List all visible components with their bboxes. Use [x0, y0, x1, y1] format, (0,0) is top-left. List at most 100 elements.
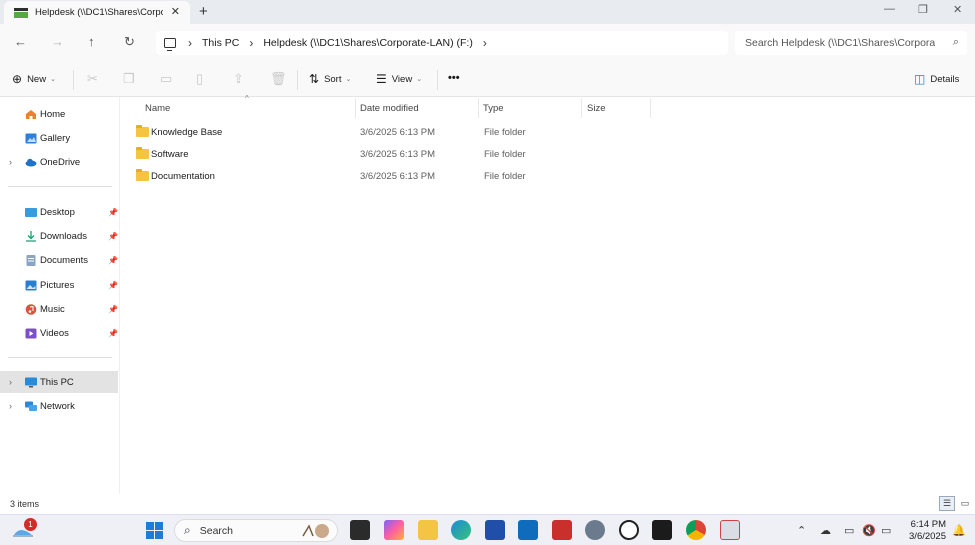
maximize-button[interactable]: ❐ [918, 3, 928, 16]
details-button[interactable]: ◫ Details [914, 72, 959, 86]
edge-icon[interactable] [451, 520, 471, 540]
delete-icon[interactable]: 🗑 [270, 71, 287, 87]
search-placeholder: Search Helpdesk (\\DC1\Shares\Corporate-… [745, 37, 935, 49]
tab-close-button[interactable]: ✕ [171, 5, 180, 18]
column-divider[interactable] [478, 98, 479, 118]
share-icon[interactable]: ⇪ [233, 71, 244, 87]
snipping-tool-icon[interactable] [720, 520, 740, 540]
store-icon[interactable] [485, 520, 505, 540]
view-label: View [391, 73, 413, 85]
m365-copilot-icon[interactable] [384, 520, 404, 540]
more-options-button[interactable]: ••• [448, 72, 460, 84]
task-view-icon[interactable] [350, 520, 370, 540]
sidebar-item-onedrive[interactable]: › OneDrive [0, 151, 118, 173]
search-input[interactable]: Search Helpdesk (\\DC1\Shares\Corporate-… [735, 31, 967, 55]
chevron-right-icon: › [249, 36, 254, 50]
column-header-date-modified[interactable]: Date modified [360, 103, 419, 114]
pin-icon[interactable]: 📌 [108, 305, 118, 314]
volume-muted-icon[interactable]: 🔇 [862, 524, 876, 537]
pictures-icon [25, 280, 37, 290]
file-explorer-icon[interactable] [418, 520, 438, 540]
column-header-size[interactable]: Size [587, 103, 605, 114]
battery-icon[interactable]: ▭ [881, 524, 891, 537]
tiles-view-toggle[interactable]: ▭ [957, 496, 973, 511]
taskbar: 1 ⌕ Search ⌃ ☁ ▭ 🔇 ▭ 6:14 PM 3/6/2025 🔔 [0, 514, 975, 545]
divider [8, 357, 112, 358]
copy-icon[interactable]: ❐ [123, 71, 135, 87]
column-header-name[interactable]: Name [145, 103, 170, 114]
file-date: 3/6/2025 6:13 PM [360, 149, 435, 160]
display-icon[interactable]: ▭ [844, 524, 854, 537]
file-date: 3/6/2025 6:13 PM [360, 127, 435, 138]
sort-button[interactable]: ⇅ Sort ⌄ [309, 72, 351, 86]
sidebar-item-home[interactable]: Home [0, 103, 118, 125]
breadcrumb-this-pc[interactable]: This PC [202, 37, 239, 49]
view-button[interactable]: ☰ View ⌄ [376, 72, 422, 86]
desktop-icon [25, 207, 37, 217]
sort-icon: ⇅ [309, 72, 320, 86]
address-bar[interactable]: › This PC › Helpdesk (\\DC1\Shares\Corpo… [156, 31, 728, 55]
refresh-button[interactable]: ↻ [124, 34, 135, 50]
settings-icon[interactable] [585, 520, 605, 540]
outlook-icon[interactable] [518, 520, 538, 540]
chevron-right-icon[interactable]: › [483, 36, 487, 50]
cut-icon[interactable]: ✂ [87, 71, 98, 87]
pin-icon[interactable]: 📌 [108, 329, 118, 338]
sidebar-item-label: Pictures [40, 279, 75, 291]
file-type: File folder [484, 149, 526, 160]
folder-icon [136, 125, 149, 137]
title-bar: Helpdesk (\\DC1\Shares\Corporate-LAN) (F… [0, 0, 975, 24]
chevron-right-icon: › [188, 36, 192, 50]
pin-icon[interactable]: 📌 [108, 208, 118, 217]
filezilla-icon[interactable] [552, 520, 572, 540]
clock[interactable]: 6:14 PM 3/6/2025 [904, 519, 946, 543]
notifications-icon[interactable]: 🔔 [952, 524, 966, 537]
sidebar-item-documents[interactable]: Documents 📌 [0, 249, 118, 271]
rename-icon[interactable]: ▯ [196, 71, 203, 87]
chrome-icon[interactable] [686, 520, 706, 540]
sidebar-item-videos[interactable]: Videos 📌 [0, 322, 118, 344]
paste-icon[interactable]: ▭ [160, 71, 172, 87]
music-icon [25, 303, 37, 315]
taskbar-search[interactable]: ⌕ Search [174, 519, 338, 542]
breadcrumb-helpdesk[interactable]: Helpdesk (\\DC1\Shares\Corporate-LAN) (F… [263, 37, 472, 49]
close-window-button[interactable]: ✕ [953, 3, 962, 16]
new-button[interactable]: ⊕ New ⌄ [12, 72, 56, 86]
column-divider[interactable] [650, 98, 651, 118]
chevron-down-icon: ⌄ [416, 76, 423, 83]
column-divider[interactable] [355, 98, 356, 118]
table-row[interactable]: Software 3/6/2025 6:13 PM File folder [131, 145, 651, 165]
up-button[interactable]: ↑ [88, 34, 95, 49]
back-button[interactable]: ← [14, 34, 27, 49]
sidebar-item-music[interactable]: Music 📌 [0, 298, 118, 320]
videos-icon [25, 328, 37, 338]
table-row[interactable]: Documentation 3/6/2025 6:13 PM File fold… [131, 167, 651, 187]
sidebar-item-this-pc[interactable]: › This PC [0, 371, 118, 393]
pin-icon[interactable]: 📌 [108, 281, 118, 290]
sidebar-item-network[interactable]: › Network [0, 395, 118, 417]
obs-icon[interactable] [619, 520, 639, 540]
chevron-up-icon[interactable]: ⌃ [797, 524, 806, 537]
tab-active[interactable]: Helpdesk (\\DC1\Shares\Corporate-LAN) (F… [4, 1, 190, 24]
sidebar-item-downloads[interactable]: Downloads 📌 [0, 225, 118, 247]
chevron-right-icon[interactable]: › [9, 377, 12, 387]
forward-button[interactable]: → [51, 34, 64, 49]
item-count: 3 items [10, 499, 40, 509]
cloud-sync-icon[interactable]: ☁ [820, 524, 831, 537]
table-row[interactable]: Knowledge Base 3/6/2025 6:13 PM File fol… [131, 123, 651, 143]
pin-icon[interactable]: 📌 [108, 232, 118, 241]
terminal-icon[interactable] [652, 520, 672, 540]
sort-label: Sort [324, 73, 342, 85]
column-header-type[interactable]: Type [483, 103, 504, 114]
sidebar-item-pictures[interactable]: Pictures 📌 [0, 274, 118, 296]
start-button[interactable] [146, 522, 163, 539]
chevron-right-icon[interactable]: › [9, 157, 12, 167]
minimize-button[interactable]: — [884, 3, 895, 15]
column-divider[interactable] [581, 98, 582, 118]
details-view-toggle[interactable]: ☰ [939, 496, 955, 511]
new-tab-button[interactable]: + [199, 3, 208, 20]
sidebar-item-gallery[interactable]: Gallery [0, 127, 118, 149]
pin-icon[interactable]: 📌 [108, 256, 118, 265]
sidebar-item-desktop[interactable]: Desktop 📌 [0, 201, 118, 223]
chevron-right-icon[interactable]: › [9, 401, 12, 411]
